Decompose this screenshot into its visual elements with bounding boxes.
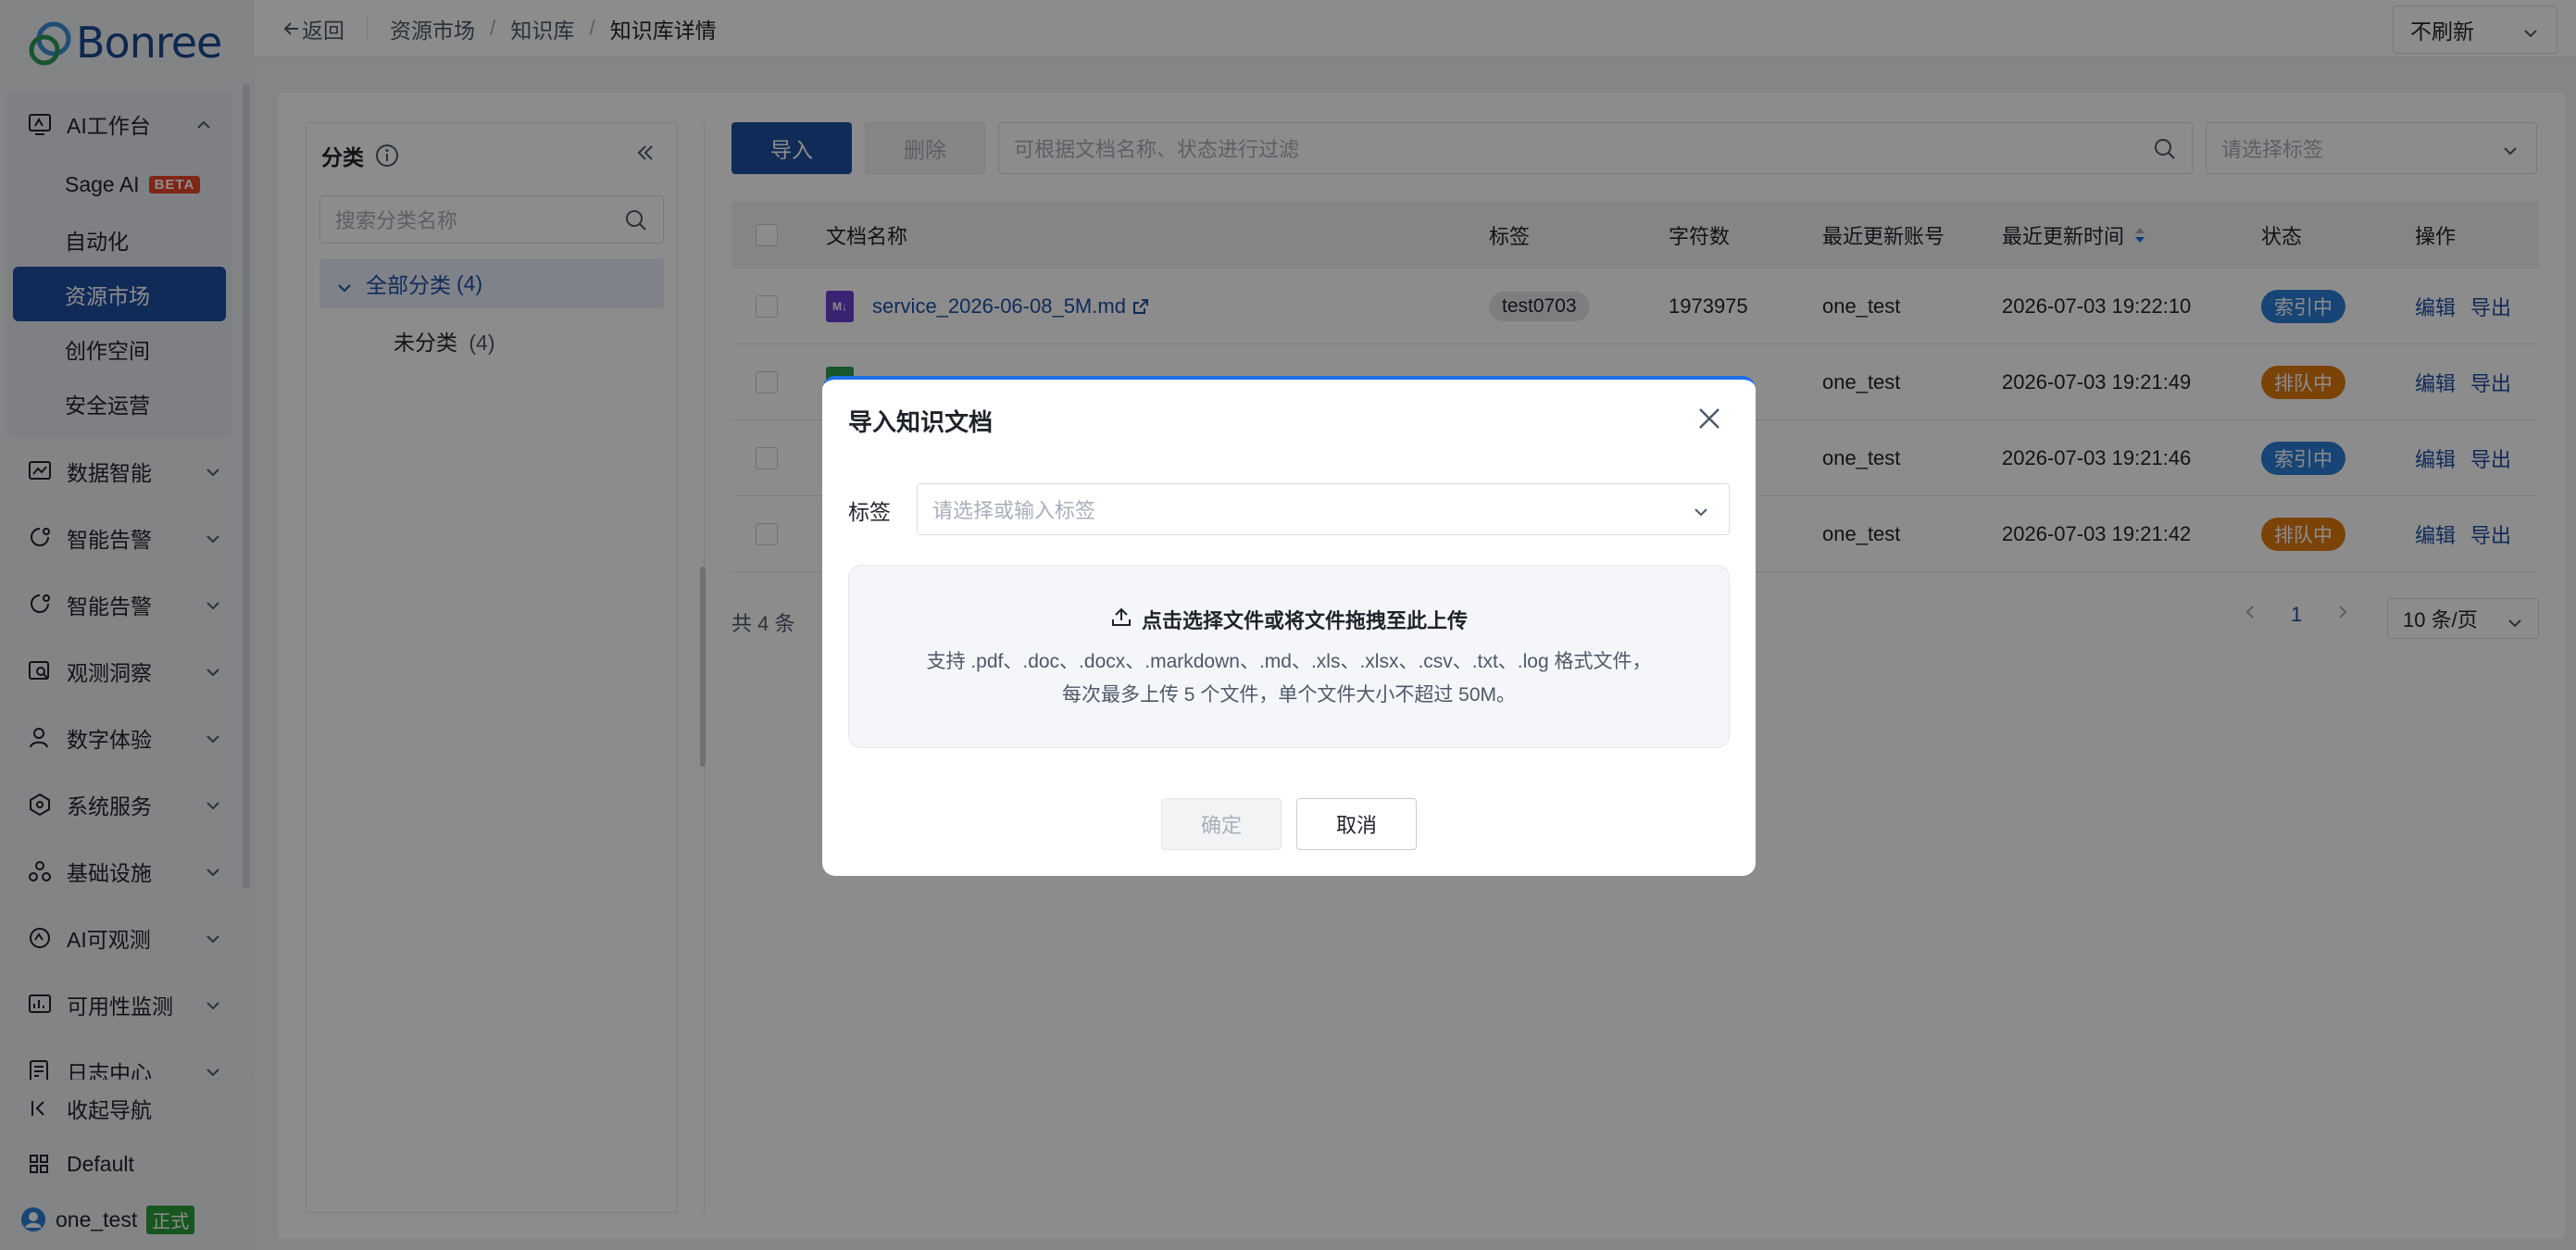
upload-title-row: 点击选择文件或将文件拖拽至此上传	[849, 605, 1729, 634]
modal-title: 导入知识文档	[848, 408, 994, 436]
confirm-button[interactable]: 确定	[1161, 798, 1282, 850]
cancel-button[interactable]: 取消	[1296, 798, 1417, 850]
tag-label: 标签	[848, 500, 891, 524]
chevron-down-icon	[1692, 503, 1710, 527]
upload-description: 支持 .pdf、.doc、.docx、.markdown、.md、.xls、.x…	[849, 645, 1729, 712]
upload-icon	[1110, 606, 1132, 633]
upload-dropzone[interactable]: 点击选择文件或将文件拖拽至此上传 支持 .pdf、.doc、.docx、.mar…	[848, 565, 1730, 748]
upload-desc-line1: 支持 .pdf、.doc、.docx、.markdown、.md、.xls、.x…	[926, 651, 1652, 672]
tag-select-input[interactable]: 请选择或输入标签	[917, 483, 1730, 535]
close-icon[interactable]	[1696, 406, 1722, 437]
upload-desc-line2: 每次最多上传 5 个文件，单个文件大小不超过 50M。	[1061, 684, 1517, 706]
upload-title: 点击选择文件或将文件拖拽至此上传	[1141, 609, 1468, 632]
import-modal: 导入知识文档 标签 请选择或输入标签 点击选择文件或将文件拖拽至此上传 支持 .…	[822, 376, 1756, 876]
tag-select-placeholder: 请选择或输入标签	[932, 499, 1096, 522]
